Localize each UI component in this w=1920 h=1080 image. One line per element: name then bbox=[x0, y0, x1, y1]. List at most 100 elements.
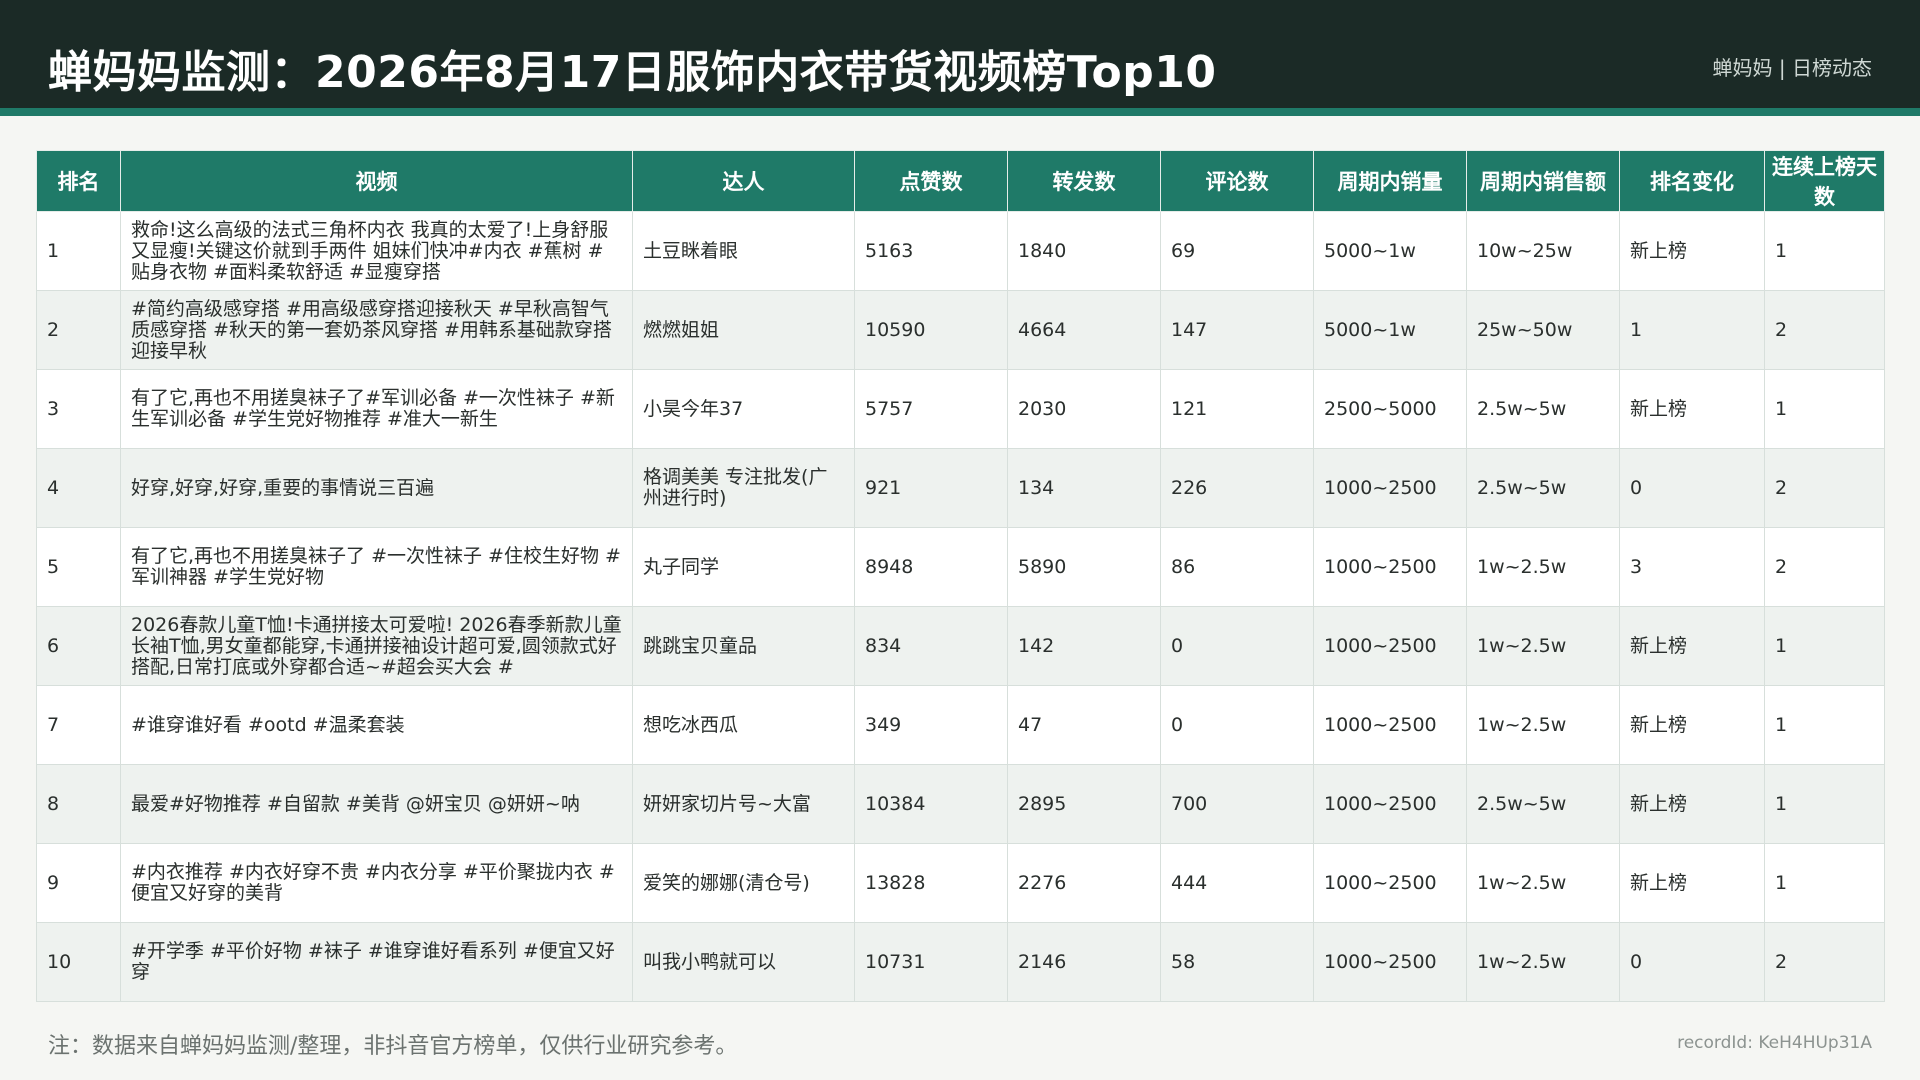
consecutive-days-cell: 1 bbox=[1764, 685, 1885, 765]
video-title-cell[interactable]: 救命!这么高级的法式三角杯内衣 我真的太爱了!上身舒服又显瘦!关键这价就到手两件… bbox=[120, 211, 633, 291]
shares-cell: 4664 bbox=[1007, 290, 1161, 370]
sales-volume-cell: 1000~2500 bbox=[1313, 527, 1467, 607]
sales-amount-cell: 1w~2.5w bbox=[1466, 843, 1620, 923]
creator-cell[interactable]: 丸子同学 bbox=[632, 527, 855, 607]
sales-volume-cell: 5000~1w bbox=[1313, 211, 1467, 291]
shares-cell: 47 bbox=[1007, 685, 1161, 765]
rank-change-cell: 0 bbox=[1619, 448, 1765, 528]
video-title-cell[interactable]: 2026春款儿童T恤!卡通拼接太可爱啦! 2026春季新款儿童长袖T恤,男女童都… bbox=[120, 606, 633, 686]
sales-amount-cell: 1w~2.5w bbox=[1466, 685, 1620, 765]
record-id: recordId: KeH4HUp31A bbox=[1677, 1033, 1872, 1053]
header-comments: 评论数 bbox=[1160, 150, 1314, 212]
consecutive-days-cell: 1 bbox=[1764, 764, 1885, 844]
creator-cell[interactable]: 燃燃姐姐 bbox=[632, 290, 855, 370]
video-title-cell[interactable]: #简约高级感穿搭 #用高级感穿搭迎接秋天 #早秋高智气质感穿搭 #秋天的第一套奶… bbox=[120, 290, 633, 370]
sales-volume-cell: 1000~2500 bbox=[1313, 843, 1467, 923]
consecutive-days-cell: 1 bbox=[1764, 211, 1885, 291]
likes-cell: 8948 bbox=[854, 527, 1008, 607]
table-row: 3 有了它,再也不用搓臭袜子了#军训必备 #一次性袜子 #新生军训必备 #学生党好… bbox=[36, 369, 1885, 449]
rank-cell: 5 bbox=[36, 527, 121, 607]
rank-cell: 8 bbox=[36, 764, 121, 844]
table-row: 4 好穿,好穿,好穿,重要的事情说三百遍 格调美美 专注批发(广州进行时) 921 13… bbox=[36, 448, 1885, 528]
table-row: 9 #内衣推荐 #内衣好穿不贵 #内衣分享 #平价聚拢内衣 #便宜又好穿的美背 爱笑… bbox=[36, 843, 1885, 923]
likes-cell: 921 bbox=[854, 448, 1008, 528]
creator-cell[interactable]: 跳跳宝贝童品 bbox=[632, 606, 855, 686]
consecutive-days-cell: 1 bbox=[1764, 843, 1885, 923]
header-sales-amount: 周期内销售额 bbox=[1466, 150, 1620, 212]
creator-cell[interactable]: 叫我小鸭就可以 bbox=[632, 922, 855, 1002]
consecutive-days-cell: 2 bbox=[1764, 922, 1885, 1002]
likes-cell: 10731 bbox=[854, 922, 1008, 1002]
ranking-table-container: 排名 视频 达人 点赞数 转发数 评论数 周期内销量 周期内销售额 排名变化 连… bbox=[36, 150, 1885, 1002]
video-title-cell[interactable]: #开学季 #平价好物 #袜子 #谁穿谁好看系列 #便宜又好穿 bbox=[120, 922, 633, 1002]
sales-amount-cell: 2.5w~5w bbox=[1466, 369, 1620, 449]
rank-cell: 7 bbox=[36, 685, 121, 765]
rank-cell: 4 bbox=[36, 448, 121, 528]
sales-amount-cell: 2.5w~5w bbox=[1466, 764, 1620, 844]
rank-cell: 1 bbox=[36, 211, 121, 291]
comments-cell: 0 bbox=[1160, 606, 1314, 686]
creator-cell[interactable]: 格调美美 专注批发(广州进行时) bbox=[632, 448, 855, 528]
video-title-cell[interactable]: 好穿,好穿,好穿,重要的事情说三百遍 bbox=[120, 448, 633, 528]
page-title: 蝉妈妈监测：2026年8月17日服饰内衣带货视频榜Top10 bbox=[48, 47, 1217, 98]
shares-cell: 2030 bbox=[1007, 369, 1161, 449]
ranking-table: 排名 视频 达人 点赞数 转发数 评论数 周期内销量 周期内销售额 排名变化 连… bbox=[36, 150, 1885, 1002]
likes-cell: 10384 bbox=[854, 764, 1008, 844]
header-likes: 点赞数 bbox=[854, 150, 1008, 212]
comments-cell: 444 bbox=[1160, 843, 1314, 923]
rank-change-cell: 新上榜 bbox=[1619, 843, 1765, 923]
table-row: 1 救命!这么高级的法式三角杯内衣 我真的太爱了!上身舒服又显瘦!关键这价就到手两… bbox=[36, 211, 1885, 291]
sales-volume-cell: 2500~5000 bbox=[1313, 369, 1467, 449]
table-row: 8 最爱#好物推荐 #自留款 #美背 @妍宝贝 @妍妍~呐 妍妍家切片号~大富 103… bbox=[36, 764, 1885, 844]
comments-cell: 86 bbox=[1160, 527, 1314, 607]
table-body: 1 救命!这么高级的法式三角杯内衣 我真的太爱了!上身舒服又显瘦!关键这价就到手两… bbox=[36, 211, 1885, 1002]
rank-cell: 3 bbox=[36, 369, 121, 449]
sales-amount-cell: 1w~2.5w bbox=[1466, 606, 1620, 686]
header-creator: 达人 bbox=[632, 150, 855, 212]
brand-label: 蝉妈妈 | 日榜动态 bbox=[1712, 56, 1872, 80]
table-row: 6 2026春款儿童T恤!卡通拼接太可爱啦! 2026春季新款儿童长袖T恤,男女童… bbox=[36, 606, 1885, 686]
table-row: 7 #谁穿谁好看 #ootd #温柔套装 想吃冰西瓜 349 47 0 1000~2500 1… bbox=[36, 685, 1885, 765]
comments-cell: 69 bbox=[1160, 211, 1314, 291]
header-bar: 蝉妈妈监测：2026年8月17日服饰内衣带货视频榜Top10 蝉妈妈 | 日榜动… bbox=[0, 0, 1920, 116]
creator-cell[interactable]: 妍妍家切片号~大富 bbox=[632, 764, 855, 844]
video-title-cell[interactable]: 有了它,再也不用搓臭袜子了#军训必备 #一次性袜子 #新生军训必备 #学生党好物… bbox=[120, 369, 633, 449]
comments-cell: 700 bbox=[1160, 764, 1314, 844]
sales-volume-cell: 1000~2500 bbox=[1313, 606, 1467, 686]
video-title-cell[interactable]: #谁穿谁好看 #ootd #温柔套装 bbox=[120, 685, 633, 765]
comments-cell: 121 bbox=[1160, 369, 1314, 449]
sales-amount-cell: 2.5w~5w bbox=[1466, 448, 1620, 528]
sales-amount-cell: 1w~2.5w bbox=[1466, 922, 1620, 1002]
rank-change-cell: 新上榜 bbox=[1619, 211, 1765, 291]
creator-cell[interactable]: 土豆眯着眼 bbox=[632, 211, 855, 291]
rank-cell: 10 bbox=[36, 922, 121, 1002]
comments-cell: 58 bbox=[1160, 922, 1314, 1002]
video-title-cell[interactable]: 有了它,再也不用搓臭袜子了 #一次性袜子 #住校生好物 #军训神器 #学生党好物 bbox=[120, 527, 633, 607]
rank-change-cell: 0 bbox=[1619, 922, 1765, 1002]
consecutive-days-cell: 2 bbox=[1764, 448, 1885, 528]
creator-cell[interactable]: 小昊今年37 bbox=[632, 369, 855, 449]
likes-cell: 10590 bbox=[854, 290, 1008, 370]
table-row: 10 #开学季 #平价好物 #袜子 #谁穿谁好看系列 #便宜又好穿 叫我小鸭就可以 1… bbox=[36, 922, 1885, 1002]
comments-cell: 226 bbox=[1160, 448, 1314, 528]
rank-cell: 6 bbox=[36, 606, 121, 686]
likes-cell: 834 bbox=[854, 606, 1008, 686]
shares-cell: 142 bbox=[1007, 606, 1161, 686]
sales-amount-cell: 10w~25w bbox=[1466, 211, 1620, 291]
table-row: 5 有了它,再也不用搓臭袜子了 #一次性袜子 #住校生好物 #军训神器 #学生党好… bbox=[36, 527, 1885, 607]
video-title-cell[interactable]: 最爱#好物推荐 #自留款 #美背 @妍宝贝 @妍妍~呐 bbox=[120, 764, 633, 844]
header-sales-volume: 周期内销量 bbox=[1313, 150, 1467, 212]
creator-cell[interactable]: 爱笑的娜娜(清仓号) bbox=[632, 843, 855, 923]
video-title-cell[interactable]: #内衣推荐 #内衣好穿不贵 #内衣分享 #平价聚拢内衣 #便宜又好穿的美背 bbox=[120, 843, 633, 923]
likes-cell: 13828 bbox=[854, 843, 1008, 923]
header-consecutive-days: 连续上榜天数 bbox=[1764, 150, 1885, 212]
sales-amount-cell: 25w~50w bbox=[1466, 290, 1620, 370]
header-rank-change: 排名变化 bbox=[1619, 150, 1765, 212]
header-shares: 转发数 bbox=[1007, 150, 1161, 212]
sales-volume-cell: 1000~2500 bbox=[1313, 764, 1467, 844]
sales-amount-cell: 1w~2.5w bbox=[1466, 527, 1620, 607]
creator-cell[interactable]: 想吃冰西瓜 bbox=[632, 685, 855, 765]
footnote: 注：数据来自蝉妈妈监测/整理，非抖音官方榜单，仅供行业研究参考。 bbox=[48, 1034, 738, 1059]
shares-cell: 2146 bbox=[1007, 922, 1161, 1002]
consecutive-days-cell: 1 bbox=[1764, 369, 1885, 449]
